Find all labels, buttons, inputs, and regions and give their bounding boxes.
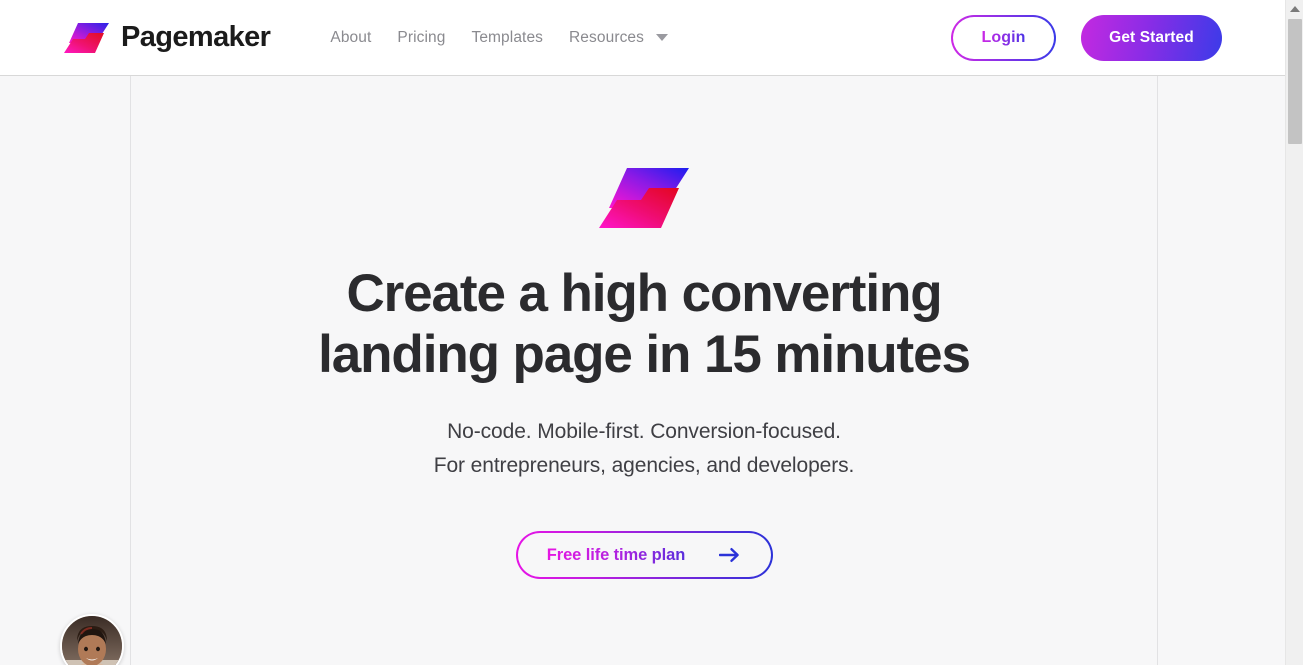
hero-section: Create a high converting landing page in… [131,76,1157,665]
page-body: Create a high converting landing page in… [0,76,1285,665]
get-started-button[interactable]: Get Started [1081,14,1222,61]
nav-item-templates[interactable]: Templates [458,23,556,53]
scroll-up-arrow-icon[interactable] [1286,0,1303,17]
nav-label: Resources [569,28,645,46]
hero-subtitle-line-1: No-code. Mobile-first. Conversion-focuse… [447,420,841,443]
hero-subtitle: No-code. Mobile-first. Conversion-focuse… [434,415,855,483]
nav-item-pricing[interactable]: Pricing [384,23,458,53]
pagemaker-logo-icon [599,168,689,228]
login-button-inner: Login [953,16,1054,59]
login-button-label: Login [981,28,1026,46]
scrollbar-thumb[interactable] [1288,19,1302,144]
cta-button-inner: Free life time plan [517,533,771,577]
main-nav: About Pricing Templates Resources [317,23,681,53]
free-lifetime-plan-button[interactable]: Free life time plan [515,531,773,579]
nav-item-resources[interactable]: Resources [556,23,681,53]
site-header: Pagemaker About Pricing Templates Resour… [0,0,1285,76]
arrow-right-icon [719,548,739,562]
nav-label: Pricing [397,28,446,46]
pagemaker-logo-icon [64,22,109,53]
page-title: Create a high converting landing page in… [318,264,971,384]
brand-name: Pagemaker [121,21,271,53]
header-actions: Login Get Started [951,14,1222,61]
brand-logo-link[interactable]: Pagemaker [63,18,271,58]
login-button[interactable]: Login [951,14,1056,61]
user-avatar-photo [62,616,122,665]
nav-item-about[interactable]: About [317,23,384,53]
hero-subtitle-line-2: For entrepreneurs, agencies, and develop… [433,454,855,477]
nav-label: Templates [471,28,544,46]
nav-label: About [330,28,372,46]
chevron-down-icon [656,34,669,41]
cta-button-label: Free life time plan [546,545,686,564]
content-guide-right [1157,76,1158,665]
vertical-scrollbar[interactable] [1285,0,1303,665]
page-root: Pagemaker About Pricing Templates Resour… [0,0,1303,665]
